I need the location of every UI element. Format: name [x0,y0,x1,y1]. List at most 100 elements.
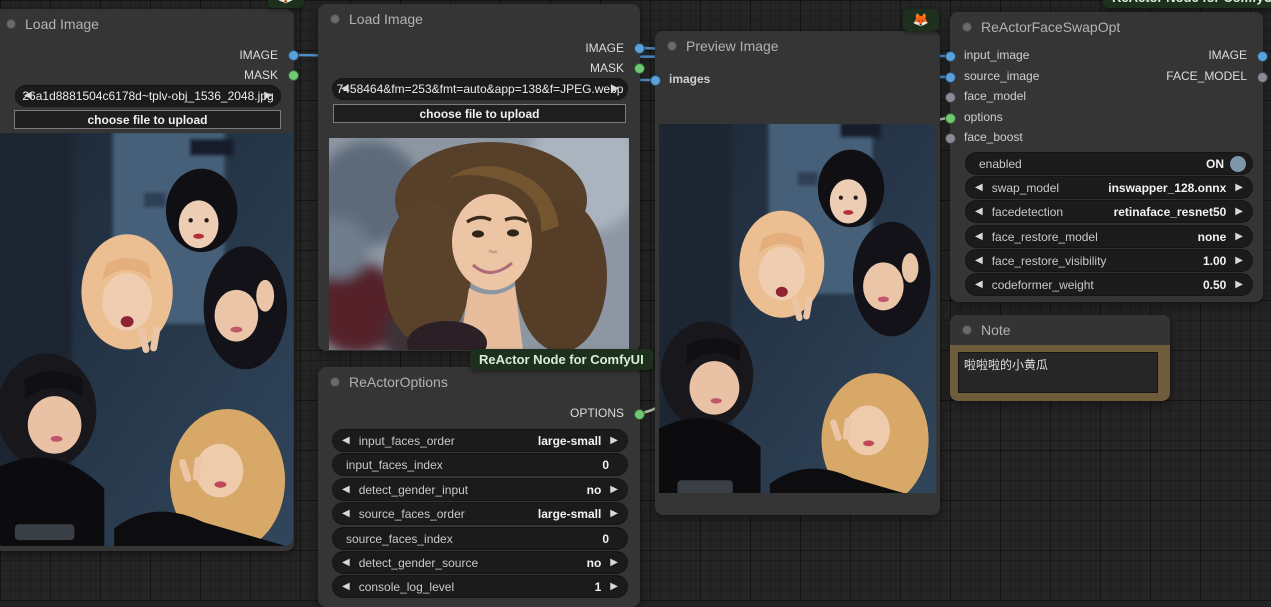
arrow-right-icon[interactable]: ▶ [1235,232,1243,242]
widget-value: retinaface_resnet50 [1114,205,1227,219]
fox-icon: 🦊 [278,0,294,5]
arrow-right-icon[interactable]: ▶ [610,558,618,568]
input-port-source-image[interactable] [945,72,956,83]
input-port-face-model[interactable] [945,92,956,103]
arrow-right-icon[interactable]: ▶ [264,91,272,101]
arrow-left-icon[interactable]: ◀ [975,280,983,290]
output-port-image[interactable] [1257,51,1268,62]
collapse-dot-icon[interactable] [667,41,677,51]
collapse-dot-icon[interactable] [6,19,16,29]
output-port-mask[interactable] [288,70,299,81]
widget-label: source_faces_index [346,532,453,546]
arrow-left-icon[interactable]: ◀ [342,509,350,519]
arrow-left-icon[interactable]: ◀ [342,558,350,568]
choose-file-button[interactable]: choose file to upload [333,104,626,123]
input-label: input_image [964,48,1029,62]
arrow-left-icon[interactable]: ◀ [342,485,350,495]
widget-input-faces-order[interactable]: ◀ input_faces_order large-small ▶ [333,430,627,451]
output-label: MASK [244,68,278,82]
input-port-options[interactable] [945,113,956,124]
arrow-left-icon[interactable]: ◀ [975,207,983,217]
output-port-image[interactable] [288,50,299,61]
widget-input-faces-index[interactable]: input_faces_index 0 [333,454,627,475]
node-load-image-left[interactable]: Load Image IMAGE MASK 26a1d8881504c6178d… [0,9,294,551]
arrow-right-icon[interactable]: ▶ [1235,256,1243,266]
node-header[interactable]: Load Image [318,4,640,34]
fox-icon: 🦊 [913,12,929,28]
input-label: images [669,72,710,86]
widget-label: codeformer_weight [992,278,1094,292]
widget-source-faces-order[interactable]: ◀ source_faces_order large-small ▶ [333,503,627,524]
node-reactor-options[interactable]: ReActorOptions OPTIONS ◀ input_faces_ord… [318,367,640,607]
widget-label: enabled [979,157,1022,171]
output-label: FACE_MODEL [1166,69,1247,83]
widget-console-log-level[interactable]: ◀ console_log_level 1 ▶ [333,576,627,597]
arrow-right-icon[interactable]: ▶ [1235,207,1243,217]
image-filename-combo[interactable]: 26a1d8881504c6178d~tplv-obj_1536_2048.jp… [16,86,280,106]
arrow-left-icon[interactable]: ◀ [975,183,983,193]
widget-face-restore-model[interactable]: ◀ face_restore_model none ▶ [966,226,1252,247]
node-header[interactable]: Note [950,315,1170,345]
arrow-right-icon[interactable]: ▶ [610,582,618,592]
arrow-right-icon[interactable]: ▶ [610,485,618,495]
node-load-image-center[interactable]: Load Image IMAGE MASK 7458464&fm=253&fmt… [318,4,640,351]
widget-value: large-small [538,507,601,521]
widget-detect-gender-source[interactable]: ◀ detect_gender_source no ▶ [333,552,627,573]
arrow-left-icon[interactable]: ◀ [341,84,349,94]
arrow-right-icon[interactable]: ▶ [610,509,618,519]
collapse-dot-icon[interactable] [330,377,340,387]
image-preview [0,133,293,546]
widget-source-faces-index[interactable]: source_faces_index 0 [333,528,627,549]
widget-label: source_faces_order [359,507,465,521]
input-port-images[interactable] [650,75,661,86]
widget-label: face_restore_model [992,230,1098,244]
arrow-left-icon[interactable]: ◀ [24,91,32,101]
widget-codeformer-weight[interactable]: ◀ codeformer_weight 0.50 ▶ [966,274,1252,295]
widget-label: input_faces_index [346,458,443,472]
input-label: face_boost [964,130,1023,144]
arrow-left-icon[interactable]: ◀ [975,232,983,242]
output-port-mask[interactable] [634,63,645,74]
node-note[interactable]: Note 啦啦啦的小黄瓜 [950,315,1170,401]
input-port-input-image[interactable] [945,51,956,62]
widget-value: no [587,483,602,497]
widget-facedetection[interactable]: ◀ facedetection retinaface_resnet50 ▶ [966,201,1252,222]
filename-text: 7458464&fm=253&fmt=auto&app=138&f=JPEG.w… [337,82,624,96]
widget-label: swap_model [992,181,1059,195]
collapse-dot-icon[interactable] [330,14,340,24]
arrow-right-icon[interactable]: ▶ [1235,183,1243,193]
image-preview [659,124,936,493]
reactor-title-badge-top: ReActor Node for ComfyUI [1103,0,1271,8]
widget-value: no [587,556,602,570]
choose-file-button[interactable]: choose file to upload [14,110,281,129]
node-header[interactable]: ReActorFaceSwapOpt [950,12,1263,42]
arrow-left-icon[interactable]: ◀ [975,256,983,266]
widget-swap-model[interactable]: ◀ swap_model inswapper_128.onnx ▶ [966,177,1252,198]
arrow-right-icon[interactable]: ▶ [610,436,618,446]
widget-detect-gender-input[interactable]: ◀ detect_gender_input no ▶ [333,479,627,500]
collapse-dot-icon[interactable] [962,325,972,335]
node-reactor-face-swap-opt[interactable]: ReActorFaceSwapOpt input_image source_im… [950,12,1263,302]
widget-face-restore-visibility[interactable]: ◀ face_restore_visibility 1.00 ▶ [966,250,1252,271]
node-preview-image[interactable]: Preview Image images [655,31,940,515]
image-filename-combo[interactable]: 7458464&fm=253&fmt=auto&app=138&f=JPEG.w… [333,79,627,99]
node-header[interactable]: ReActorOptions [318,367,640,397]
widget-label: detect_gender_input [359,483,468,497]
node-title: Note [981,322,1011,338]
arrow-right-icon[interactable]: ▶ [1235,280,1243,290]
node-header[interactable]: Preview Image [655,31,940,61]
output-port-image[interactable] [634,43,645,54]
output-port-options[interactable] [634,409,645,420]
arrow-right-icon[interactable]: ▶ [611,84,619,94]
output-port-face-model[interactable] [1257,72,1268,83]
input-label: source_image [964,69,1039,83]
note-textarea[interactable]: 啦啦啦的小黄瓜 [958,352,1158,393]
toggle-on-icon[interactable] [1230,156,1246,172]
arrow-left-icon[interactable]: ◀ [342,436,350,446]
widget-value: inswapper_128.onnx [1108,181,1226,195]
collapse-dot-icon[interactable] [962,22,972,32]
widget-enabled-toggle[interactable]: enabled ON [966,153,1252,174]
arrow-left-icon[interactable]: ◀ [342,582,350,592]
node-header[interactable]: Load Image [0,9,294,39]
input-port-face-boost[interactable] [945,133,956,144]
